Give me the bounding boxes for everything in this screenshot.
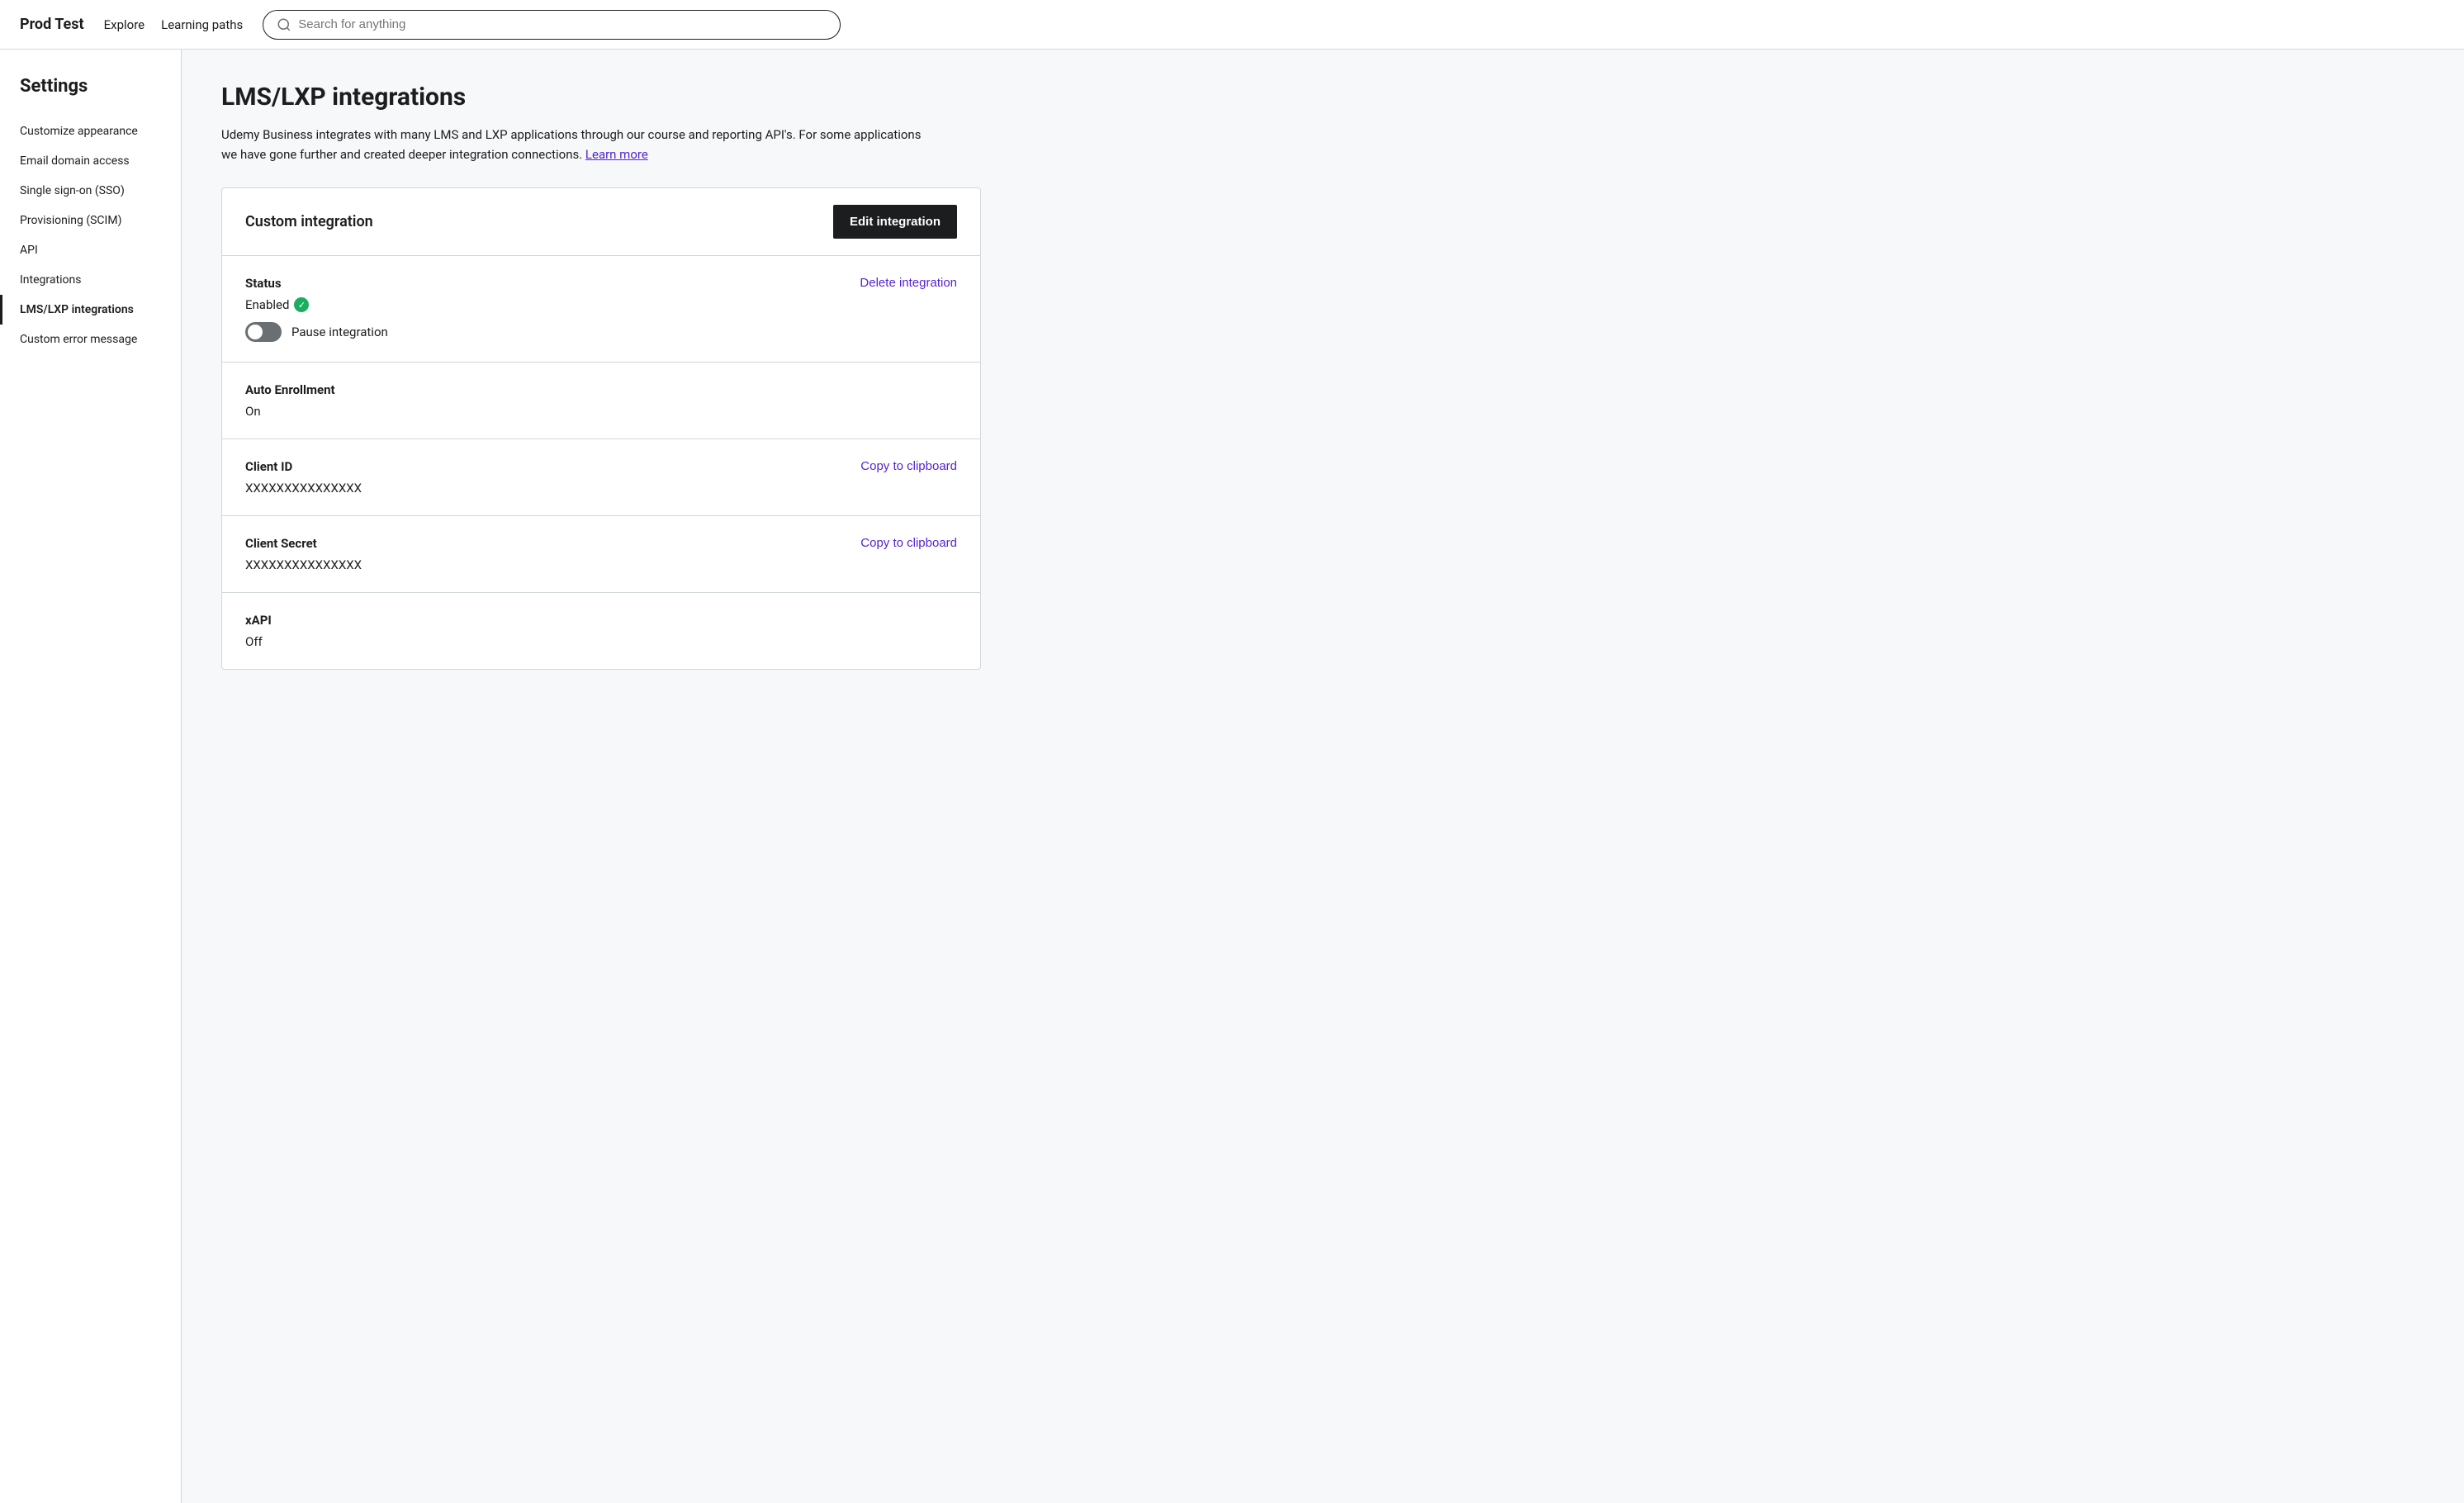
xapi-left: xAPI Off — [245, 613, 957, 649]
main-content: LMS/LXP integrations Udemy Business inte… — [182, 50, 2464, 1503]
status-right: Delete integration — [860, 276, 957, 290]
client-id-section: Client ID XXXXXXXXXXXXXXX Copy to clipbo… — [222, 439, 980, 516]
sidebar-item-customize-appearance[interactable]: Customize appearance — [0, 116, 181, 146]
page-description: Udemy Business integrates with many LMS … — [221, 125, 931, 164]
pause-integration-label: Pause integration — [291, 325, 388, 339]
delete-integration-button[interactable]: Delete integration — [860, 276, 957, 290]
sidebar-title: Settings — [0, 76, 181, 116]
sidebar-item-lms-lxp-integrations[interactable]: LMS/LXP integrations — [0, 295, 181, 325]
enabled-check-icon: ✓ — [294, 297, 309, 312]
client-id-value: XXXXXXXXXXXXXXX — [245, 481, 841, 495]
topnav: Prod Test Explore Learning paths — [0, 0, 2464, 50]
page-layout: Settings Customize appearance Email doma… — [0, 50, 2464, 1503]
custom-integration-card: Custom integration Edit integration Stat… — [221, 187, 981, 670]
xapi-value: Off — [245, 634, 957, 649]
card-body: Status Enabled ✓ Pause integration — [222, 256, 980, 669]
sidebar-item-email-domain-access[interactable]: Email domain access — [0, 146, 181, 176]
learn-more-link[interactable]: Learn more — [585, 147, 648, 162]
client-id-left: Client ID XXXXXXXXXXXXXXX — [245, 459, 841, 495]
client-secret-section: Client Secret XXXXXXXXXXXXXXX Copy to cl… — [222, 516, 980, 593]
page-desc-text: Udemy Business integrates with many LMS … — [221, 127, 921, 162]
pause-toggle-row: Pause integration — [245, 322, 840, 342]
auto-enrollment-section: Auto Enrollment On — [222, 363, 980, 439]
nav-explore[interactable]: Explore — [104, 17, 145, 32]
status-enabled-row: Enabled ✓ — [245, 297, 840, 312]
search-icon — [277, 17, 291, 32]
toggle-thumb — [248, 325, 263, 339]
nav-learning-paths[interactable]: Learning paths — [161, 17, 243, 32]
client-secret-value: XXXXXXXXXXXXXXX — [245, 557, 841, 572]
status-section: Status Enabled ✓ Pause integration — [222, 256, 980, 363]
pause-integration-toggle[interactable] — [245, 322, 282, 342]
toggle-track — [245, 322, 282, 342]
status-label: Status — [245, 276, 840, 291]
search-bar — [263, 10, 841, 40]
sidebar-item-single-sign-on[interactable]: Single sign-on (SSO) — [0, 176, 181, 206]
xapi-section: xAPI Off — [222, 593, 980, 669]
client-secret-right: Copy to clipboard — [860, 536, 957, 550]
sidebar-item-custom-error-message[interactable]: Custom error message — [0, 325, 181, 354]
brand-logo: Prod Test — [20, 16, 84, 33]
sidebar: Settings Customize appearance Email doma… — [0, 50, 182, 1503]
client-secret-left: Client Secret XXXXXXXXXXXXXXX — [245, 536, 841, 572]
edit-integration-button[interactable]: Edit integration — [833, 205, 957, 239]
enabled-text: Enabled — [245, 297, 289, 312]
client-id-label: Client ID — [245, 459, 841, 474]
card-title: Custom integration — [245, 213, 373, 230]
sidebar-item-integrations[interactable]: Integrations — [0, 265, 181, 295]
nav-links: Explore Learning paths — [104, 17, 244, 32]
auto-enrollment-left: Auto Enrollment On — [245, 382, 957, 419]
sidebar-item-api[interactable]: API — [0, 235, 181, 265]
client-secret-label: Client Secret — [245, 536, 841, 551]
sidebar-item-provisioning-scim[interactable]: Provisioning (SCIM) — [0, 206, 181, 235]
card-header: Custom integration Edit integration — [222, 188, 980, 256]
copy-client-secret-button[interactable]: Copy to clipboard — [860, 536, 957, 550]
search-input[interactable] — [298, 17, 827, 31]
client-id-right: Copy to clipboard — [860, 459, 957, 473]
status-left: Status Enabled ✓ Pause integration — [245, 276, 840, 342]
page-title: LMS/LXP integrations — [221, 83, 2424, 111]
xapi-label: xAPI — [245, 613, 957, 628]
auto-enrollment-label: Auto Enrollment — [245, 382, 957, 397]
auto-enrollment-value: On — [245, 404, 957, 419]
copy-client-id-button[interactable]: Copy to clipboard — [860, 459, 957, 473]
